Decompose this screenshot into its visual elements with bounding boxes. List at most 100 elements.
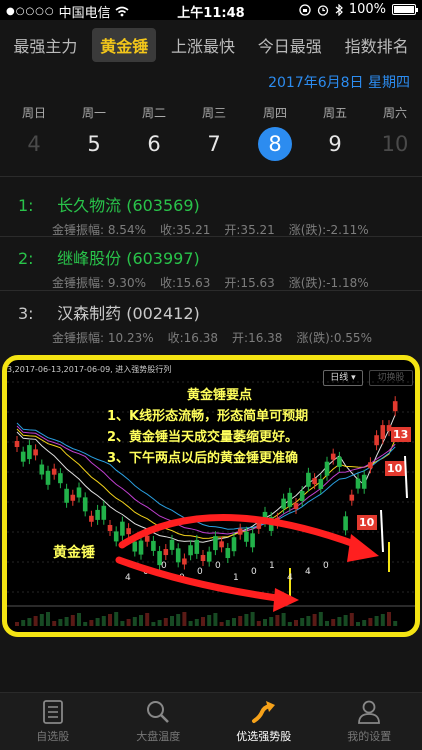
nav-watchlist[interactable]: 自选股 — [0, 693, 106, 750]
candle-body — [225, 548, 231, 559]
volume-bar — [145, 613, 150, 626]
volume-bar — [108, 614, 112, 626]
candle-body — [64, 488, 69, 503]
change-percent: 涨(跌):-1.18% — [288, 276, 369, 290]
nav-settings[interactable]: 我的设置 — [317, 693, 422, 750]
close-price: 收:16.38 — [167, 331, 219, 345]
volume-bar — [393, 621, 398, 626]
candle-body — [330, 453, 336, 460]
stock-item[interactable]: 2: 继峰股份 (603997) 金锤振幅: 9.30% 收:15.63 开:1… — [18, 245, 410, 291]
day-monday[interactable]: 周一 5 — [69, 104, 119, 161]
tab-golden-hammer[interactable]: 黄金锤 — [92, 28, 157, 62]
volume-bar — [194, 619, 199, 626]
switch-stock-button[interactable]: 切换股 — [369, 370, 413, 386]
counter-label: 1 — [269, 561, 275, 571]
stock-name: 长久物流 — [57, 196, 122, 215]
hammer-label: 黄金锤 — [53, 545, 95, 561]
alarm-icon — [317, 4, 328, 16]
candle-body — [361, 474, 367, 489]
volume-bar — [387, 612, 391, 626]
hammer-amplitude: 金锤振幅: 10.23% — [52, 331, 154, 345]
candle-body — [213, 536, 218, 551]
badge-label: 13 — [393, 428, 408, 441]
candle-body — [95, 509, 100, 520]
nav-label: 自选股 — [36, 730, 70, 743]
volume-bar — [83, 622, 88, 626]
day-friday[interactable]: 周五 9 — [310, 104, 360, 161]
candle-body — [374, 435, 379, 446]
candle-body — [343, 516, 348, 531]
day-thursday[interactable]: 周四 8 — [250, 104, 300, 161]
volume-bar — [281, 613, 286, 626]
rise-marker — [380, 509, 384, 553]
stock-code: (603569) — [126, 196, 200, 215]
tab-strongest-capital[interactable]: 最强主力 — [5, 28, 85, 62]
volume-bar — [232, 618, 236, 626]
arrow-upper-head — [347, 534, 379, 562]
stock-name: 汉森制药 — [57, 304, 122, 323]
volume-bar — [374, 616, 379, 626]
volume-bar — [368, 618, 373, 626]
stock-item[interactable]: 1: 长久物流 (603569) 金锤振幅: 8.54% 收:35.21 开:3… — [18, 192, 410, 238]
candle-body — [51, 468, 57, 475]
open-price: 开:15.63 — [224, 276, 275, 290]
badge-label: 10 — [359, 516, 375, 529]
tab-fastest-rise[interactable]: 上涨最快 — [163, 28, 243, 62]
volume-bar — [250, 612, 255, 626]
change-percent: 涨(跌):0.55% — [296, 331, 372, 345]
candle-body — [194, 539, 200, 554]
moving-average-line — [16, 428, 396, 539]
volume-bar — [275, 615, 280, 626]
nav-label: 优选强势股 — [236, 730, 292, 743]
candle-body — [219, 541, 224, 548]
counter-label: 0 — [323, 561, 329, 571]
tab-index-ranking[interactable]: 指数排名 — [337, 28, 417, 62]
orientation-lock-icon — [299, 3, 311, 16]
counter-label: 4 — [305, 567, 311, 577]
volume-bar — [89, 620, 94, 626]
candle-body — [206, 551, 212, 562]
tips-title: 黄金锤要点 — [187, 388, 253, 403]
candle-body — [293, 503, 299, 510]
tip-3: 3、下午两点以后的黄金锤更准确 — [107, 451, 299, 466]
candle-body — [20, 451, 26, 462]
candle-body — [256, 522, 262, 529]
day-number: 7 — [207, 132, 221, 156]
volume-bar — [70, 615, 75, 626]
golden-hammer-explainer: 4 0 0 0 0 0 1 0 1 4 4 0 13 10 10 3,2017-06-13,2017-06-… — [2, 355, 420, 637]
battery-percent: 100% — [348, 2, 386, 17]
candle-body — [324, 461, 330, 476]
battery-icon — [392, 4, 418, 15]
candle-body — [163, 549, 169, 556]
candle-body — [281, 498, 286, 509]
candle-body — [299, 490, 305, 501]
volume-bar — [126, 619, 131, 626]
counter-label: 0 — [161, 561, 167, 571]
volume-bar — [337, 617, 342, 626]
volume-bar — [157, 620, 162, 626]
counter-label: 4 — [125, 573, 131, 583]
candle-body — [132, 541, 138, 552]
period-select[interactable]: 日线 ▾ — [323, 370, 363, 386]
nav-market-temperature[interactable]: 大盘温度 — [106, 693, 212, 750]
candle-body — [244, 531, 249, 542]
candle-body — [33, 449, 38, 456]
volume-bar — [151, 622, 156, 626]
day-wednesday[interactable]: 周三 7 — [189, 104, 239, 161]
stock-item[interactable]: 3: 汉森制药 (002412) 金锤振幅: 10.23% 收:16.38 开:… — [18, 300, 410, 346]
volume-bar — [325, 621, 329, 626]
volume-bar — [139, 615, 143, 626]
weekday-label: 周日 — [21, 106, 46, 120]
day-tuesday[interactable]: 周二 6 — [129, 104, 179, 161]
candle-body — [231, 537, 237, 552]
counter-label: 0 — [215, 561, 221, 571]
volume-bar — [114, 612, 119, 626]
volume-bar — [213, 613, 218, 626]
candle-body — [380, 425, 386, 440]
day-saturday: 周六 10 — [370, 104, 420, 161]
tab-today-strongest[interactable]: 今日最强 — [250, 28, 330, 62]
candle-body — [101, 505, 107, 520]
candle-body — [82, 497, 88, 512]
day-number: 9 — [328, 132, 342, 156]
nav-strong-stocks[interactable]: 优选强势股 — [211, 693, 317, 750]
